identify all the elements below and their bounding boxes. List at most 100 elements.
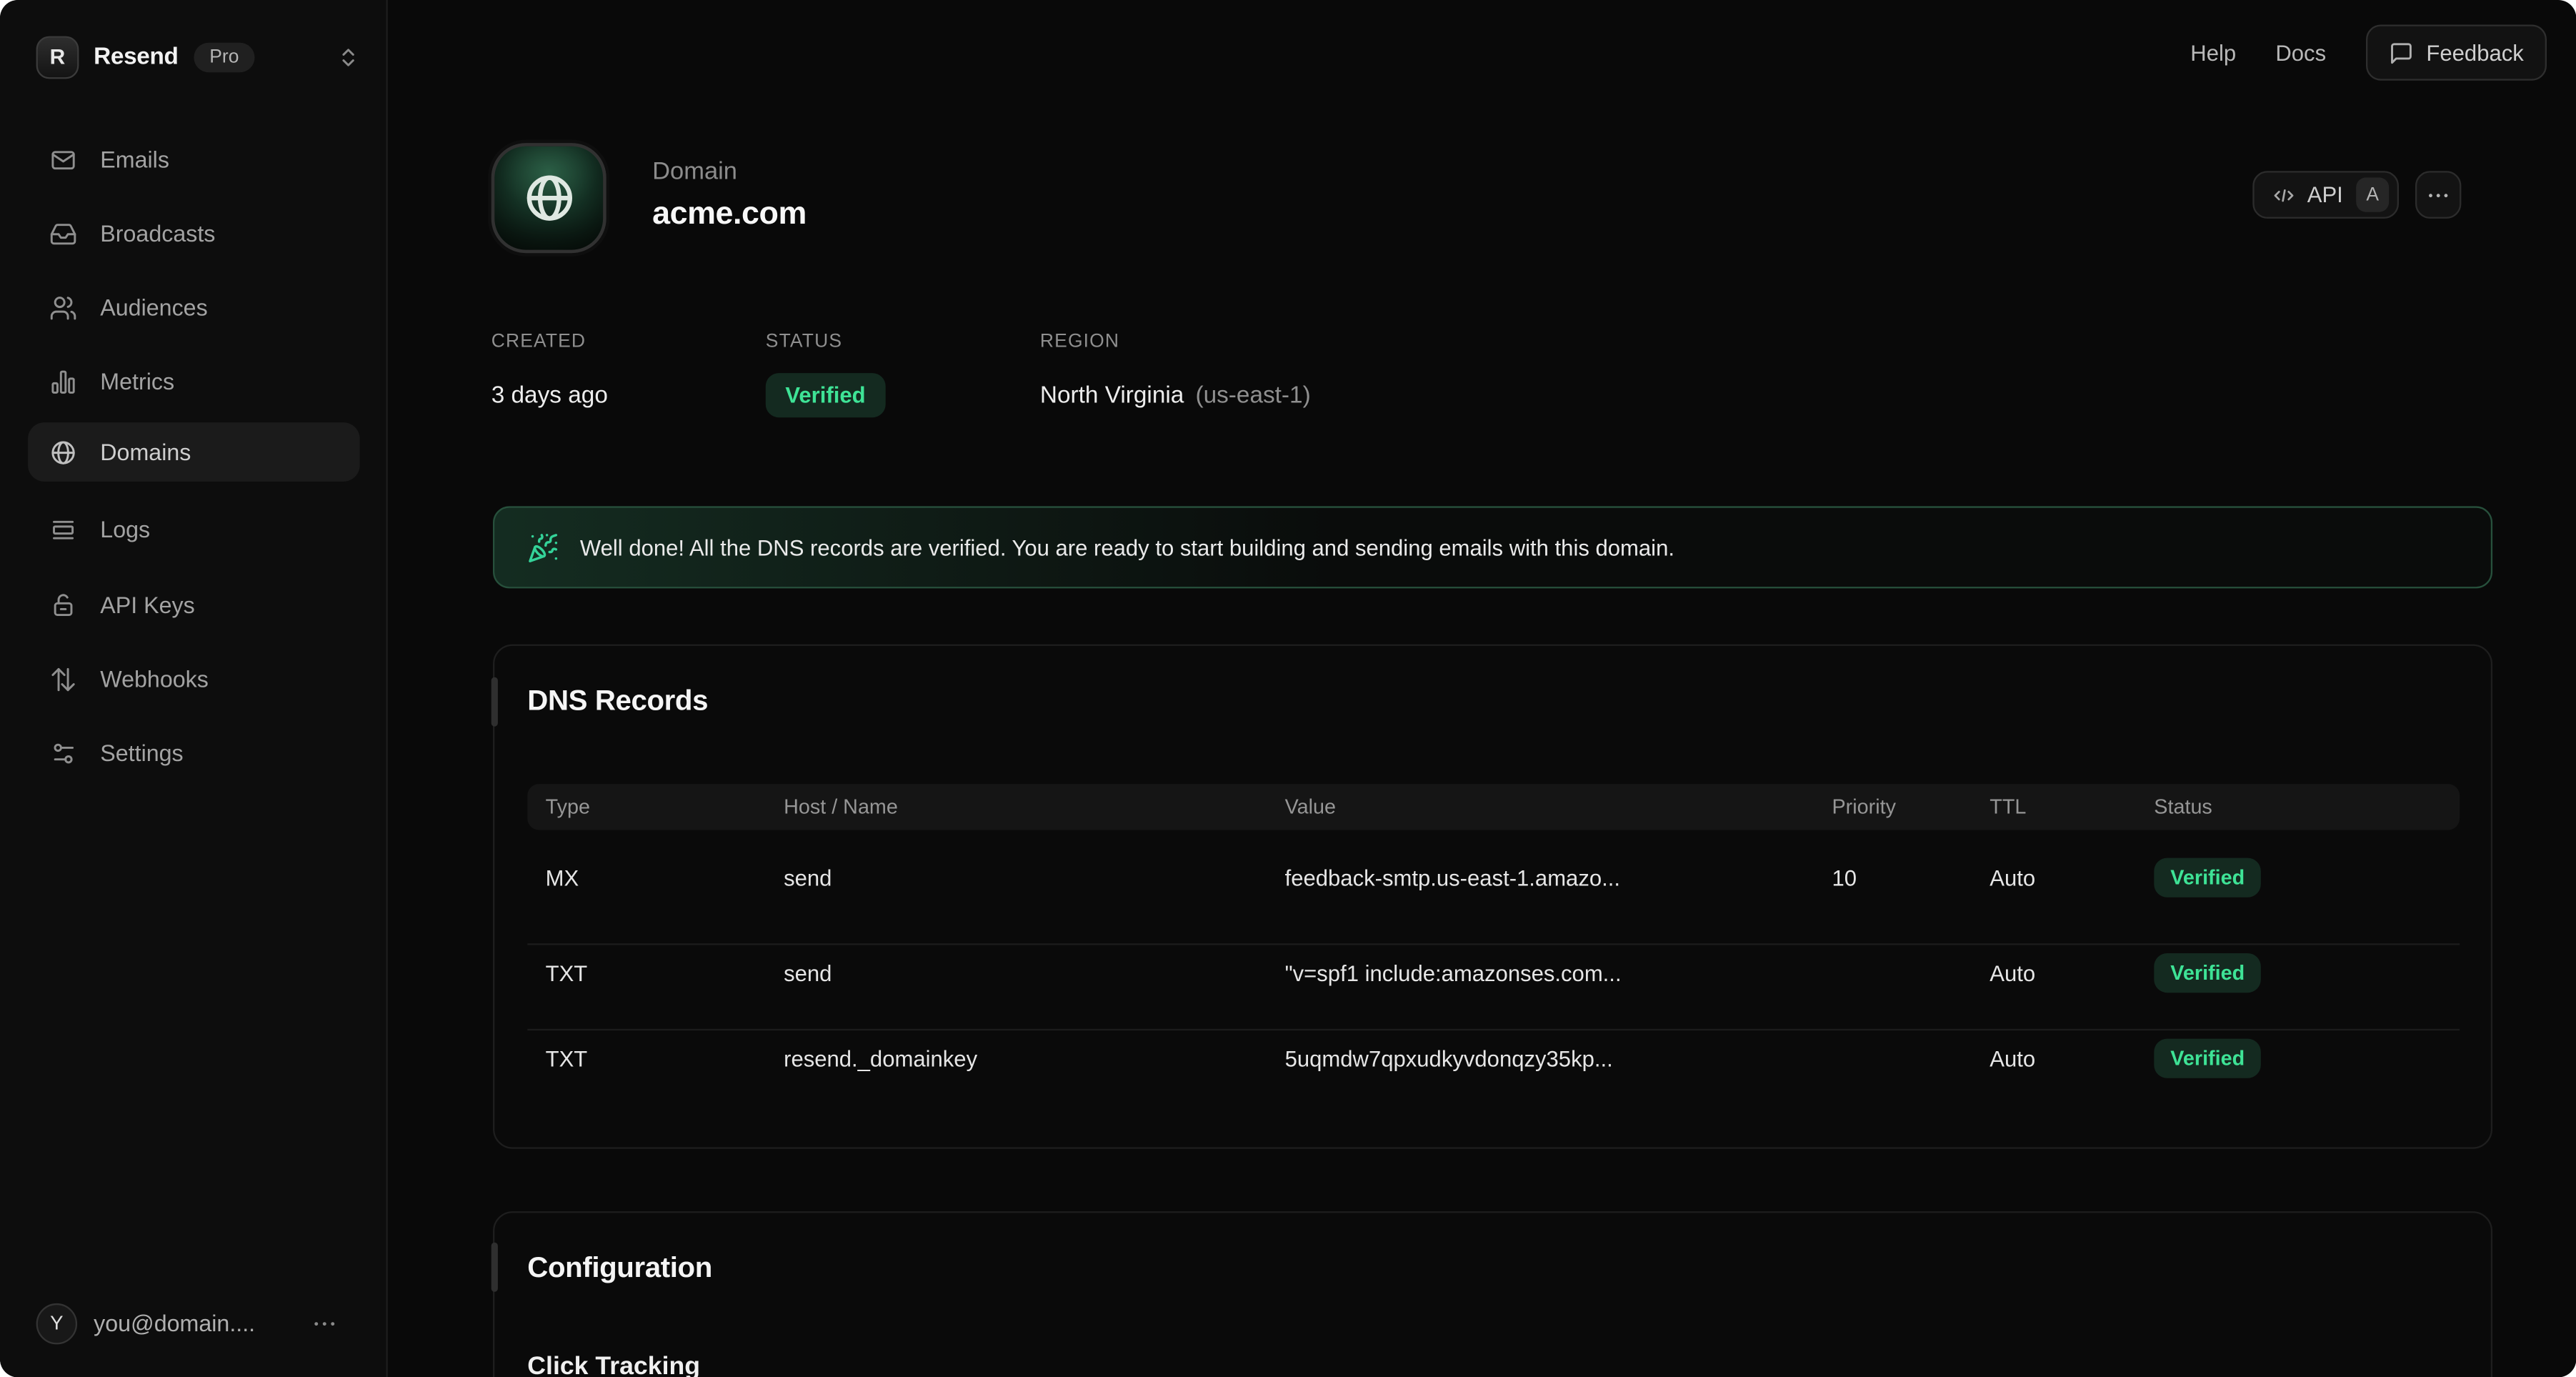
- row-divider: [527, 1029, 2460, 1030]
- app-window: R Resend Pro Emails Broadcasts: [0, 0, 2576, 1377]
- dns-records-card: DNS Records Type Host / Name Value Prior…: [493, 645, 2492, 1149]
- sidebar-item-label: Settings: [100, 740, 183, 766]
- sidebar-item-audiences[interactable]: Audiences: [28, 278, 360, 337]
- banner-message: Well done! All the DNS records are verif…: [580, 535, 1674, 560]
- verified-banner: Well done! All the DNS records are verif…: [493, 506, 2492, 588]
- configuration-title: Configuration: [527, 1251, 712, 1285]
- sidebar-item-label: API Keys: [100, 592, 194, 618]
- sidebar-item-label: Audiences: [100, 294, 207, 321]
- card-accent-bar: [491, 677, 497, 727]
- region-value: North Virginia: [1040, 382, 1184, 409]
- plan-badge: Pro: [193, 42, 255, 71]
- mail-icon: [49, 146, 77, 174]
- region-code: (us-east-1): [1195, 382, 1310, 409]
- sidebar-item-label: Broadcasts: [100, 220, 215, 247]
- col-status: Status: [2154, 784, 2212, 830]
- table-row-cell: TXT: [546, 1039, 588, 1078]
- region-label: REGION: [1040, 332, 1311, 352]
- col-value: Value: [1285, 784, 1336, 830]
- row-status-badge: Verified: [2154, 1039, 2261, 1078]
- ellipsis-icon: [2427, 183, 2450, 206]
- sidebar-item-webhooks[interactable]: Webhooks: [28, 650, 360, 709]
- arrow-up-down-icon: [49, 665, 77, 692]
- logs-icon: [49, 515, 77, 543]
- ellipsis-icon[interactable]: [312, 1311, 337, 1336]
- sidebar-item-logs[interactable]: Logs: [28, 499, 360, 559]
- sidebar-item-api-keys[interactable]: API Keys: [28, 575, 360, 635]
- chevrons-up-down-icon[interactable]: [337, 45, 360, 68]
- sidebar-item-label: Webhooks: [100, 666, 209, 692]
- col-ttl: TTL: [1990, 784, 2026, 830]
- header-actions: API A: [2253, 171, 2462, 219]
- domain-avatar: [491, 143, 606, 253]
- table-row-cell: TXT: [546, 953, 588, 993]
- sliders-icon: [49, 739, 77, 767]
- keyboard-shortcut-badge: A: [2356, 177, 2389, 212]
- bar-chart-icon: [49, 367, 77, 395]
- sidebar-item-emails[interactable]: Emails: [28, 130, 360, 189]
- table-header: Type Host / Name Value Priority TTL Stat…: [527, 784, 2460, 830]
- sidebar-item-label: Domains: [100, 439, 191, 465]
- domain-header: Domain acme.com: [491, 143, 807, 253]
- avatar: Y: [36, 1303, 78, 1344]
- dns-records-table: Type Host / Name Value Priority TTL Stat…: [527, 784, 2460, 1114]
- table-row-cell: "v=spf1 include:amazonses.com...: [1285, 953, 1622, 993]
- sidebar-item-label: Logs: [100, 516, 150, 542]
- sidebar-item-settings[interactable]: Settings: [28, 723, 360, 782]
- table-row-cell: send: [784, 858, 832, 898]
- status-badge: Verified: [766, 373, 885, 417]
- table-row-cell: resend._domainkey: [784, 1039, 977, 1078]
- sidebar: R Resend Pro Emails Broadcasts: [0, 0, 388, 1377]
- api-button[interactable]: API A: [2253, 171, 2399, 219]
- api-button-label: API: [2307, 182, 2343, 207]
- globe-icon: [49, 438, 77, 466]
- message-square-icon: [2389, 40, 2414, 65]
- row-status-badge: Verified: [2154, 858, 2261, 898]
- table-row-cell: Auto: [1990, 1039, 2035, 1078]
- table-row-cell: 10: [1832, 858, 1857, 898]
- workspace-switcher[interactable]: R Resend Pro: [36, 34, 360, 79]
- status-label: STATUS: [766, 332, 1040, 352]
- user-email: you@domain....: [94, 1310, 255, 1336]
- sidebar-item-metrics[interactable]: Metrics: [28, 352, 360, 411]
- workspace-name: Resend: [94, 44, 178, 70]
- help-link[interactable]: Help: [2190, 40, 2236, 65]
- table-row-cell: feedback-smtp.us-east-1.amazo...: [1285, 858, 1620, 898]
- feedback-label: Feedback: [2426, 40, 2523, 65]
- col-priority: Priority: [1832, 784, 1896, 830]
- table-row-cell: Auto: [1990, 953, 2035, 993]
- globe-icon: [521, 171, 576, 225]
- created-label: CREATED: [491, 332, 766, 352]
- page-title: acme.com: [652, 196, 807, 234]
- more-options-button[interactable]: [2415, 171, 2461, 219]
- card-accent-bar: [491, 1243, 497, 1292]
- dns-records-title: DNS Records: [527, 684, 708, 718]
- docs-link[interactable]: Docs: [2275, 40, 2326, 65]
- users-icon: [49, 294, 77, 322]
- row-status-badge: Verified: [2154, 953, 2261, 993]
- table-row-cell: Auto: [1990, 858, 2035, 898]
- col-host: Host / Name: [784, 784, 898, 830]
- click-tracking-label: Click Tracking: [527, 1353, 700, 1377]
- lock-icon: [49, 591, 77, 619]
- topbar: Help Docs Feedback: [388, 0, 2576, 105]
- user-menu[interactable]: Y you@domain....: [36, 1302, 360, 1345]
- party-popper-icon: [527, 532, 559, 563]
- created-value: 3 days ago: [491, 373, 766, 417]
- sidebar-item-label: Emails: [100, 146, 169, 173]
- sidebar-item-label: Metrics: [100, 368, 174, 394]
- table-row-cell: MX: [546, 858, 579, 898]
- feedback-button[interactable]: Feedback: [2365, 25, 2547, 81]
- row-divider: [527, 943, 2460, 945]
- sidebar-item-broadcasts[interactable]: Broadcasts: [28, 204, 360, 263]
- domain-stats: CREATED 3 days ago STATUS Verified REGIO…: [491, 332, 1311, 418]
- inbox-icon: [49, 219, 77, 247]
- col-type: Type: [546, 784, 590, 830]
- resend-logo: R: [36, 35, 79, 78]
- configuration-card: Configuration Click Tracking: [493, 1211, 2492, 1377]
- table-row-cell: 5uqmdw7qpxudkyvdonqzy35kp...: [1285, 1039, 1613, 1078]
- code-icon: [2272, 183, 2295, 206]
- domain-label: Domain: [652, 158, 807, 186]
- table-row-cell: send: [784, 953, 832, 993]
- sidebar-item-domains[interactable]: Domains: [28, 422, 360, 482]
